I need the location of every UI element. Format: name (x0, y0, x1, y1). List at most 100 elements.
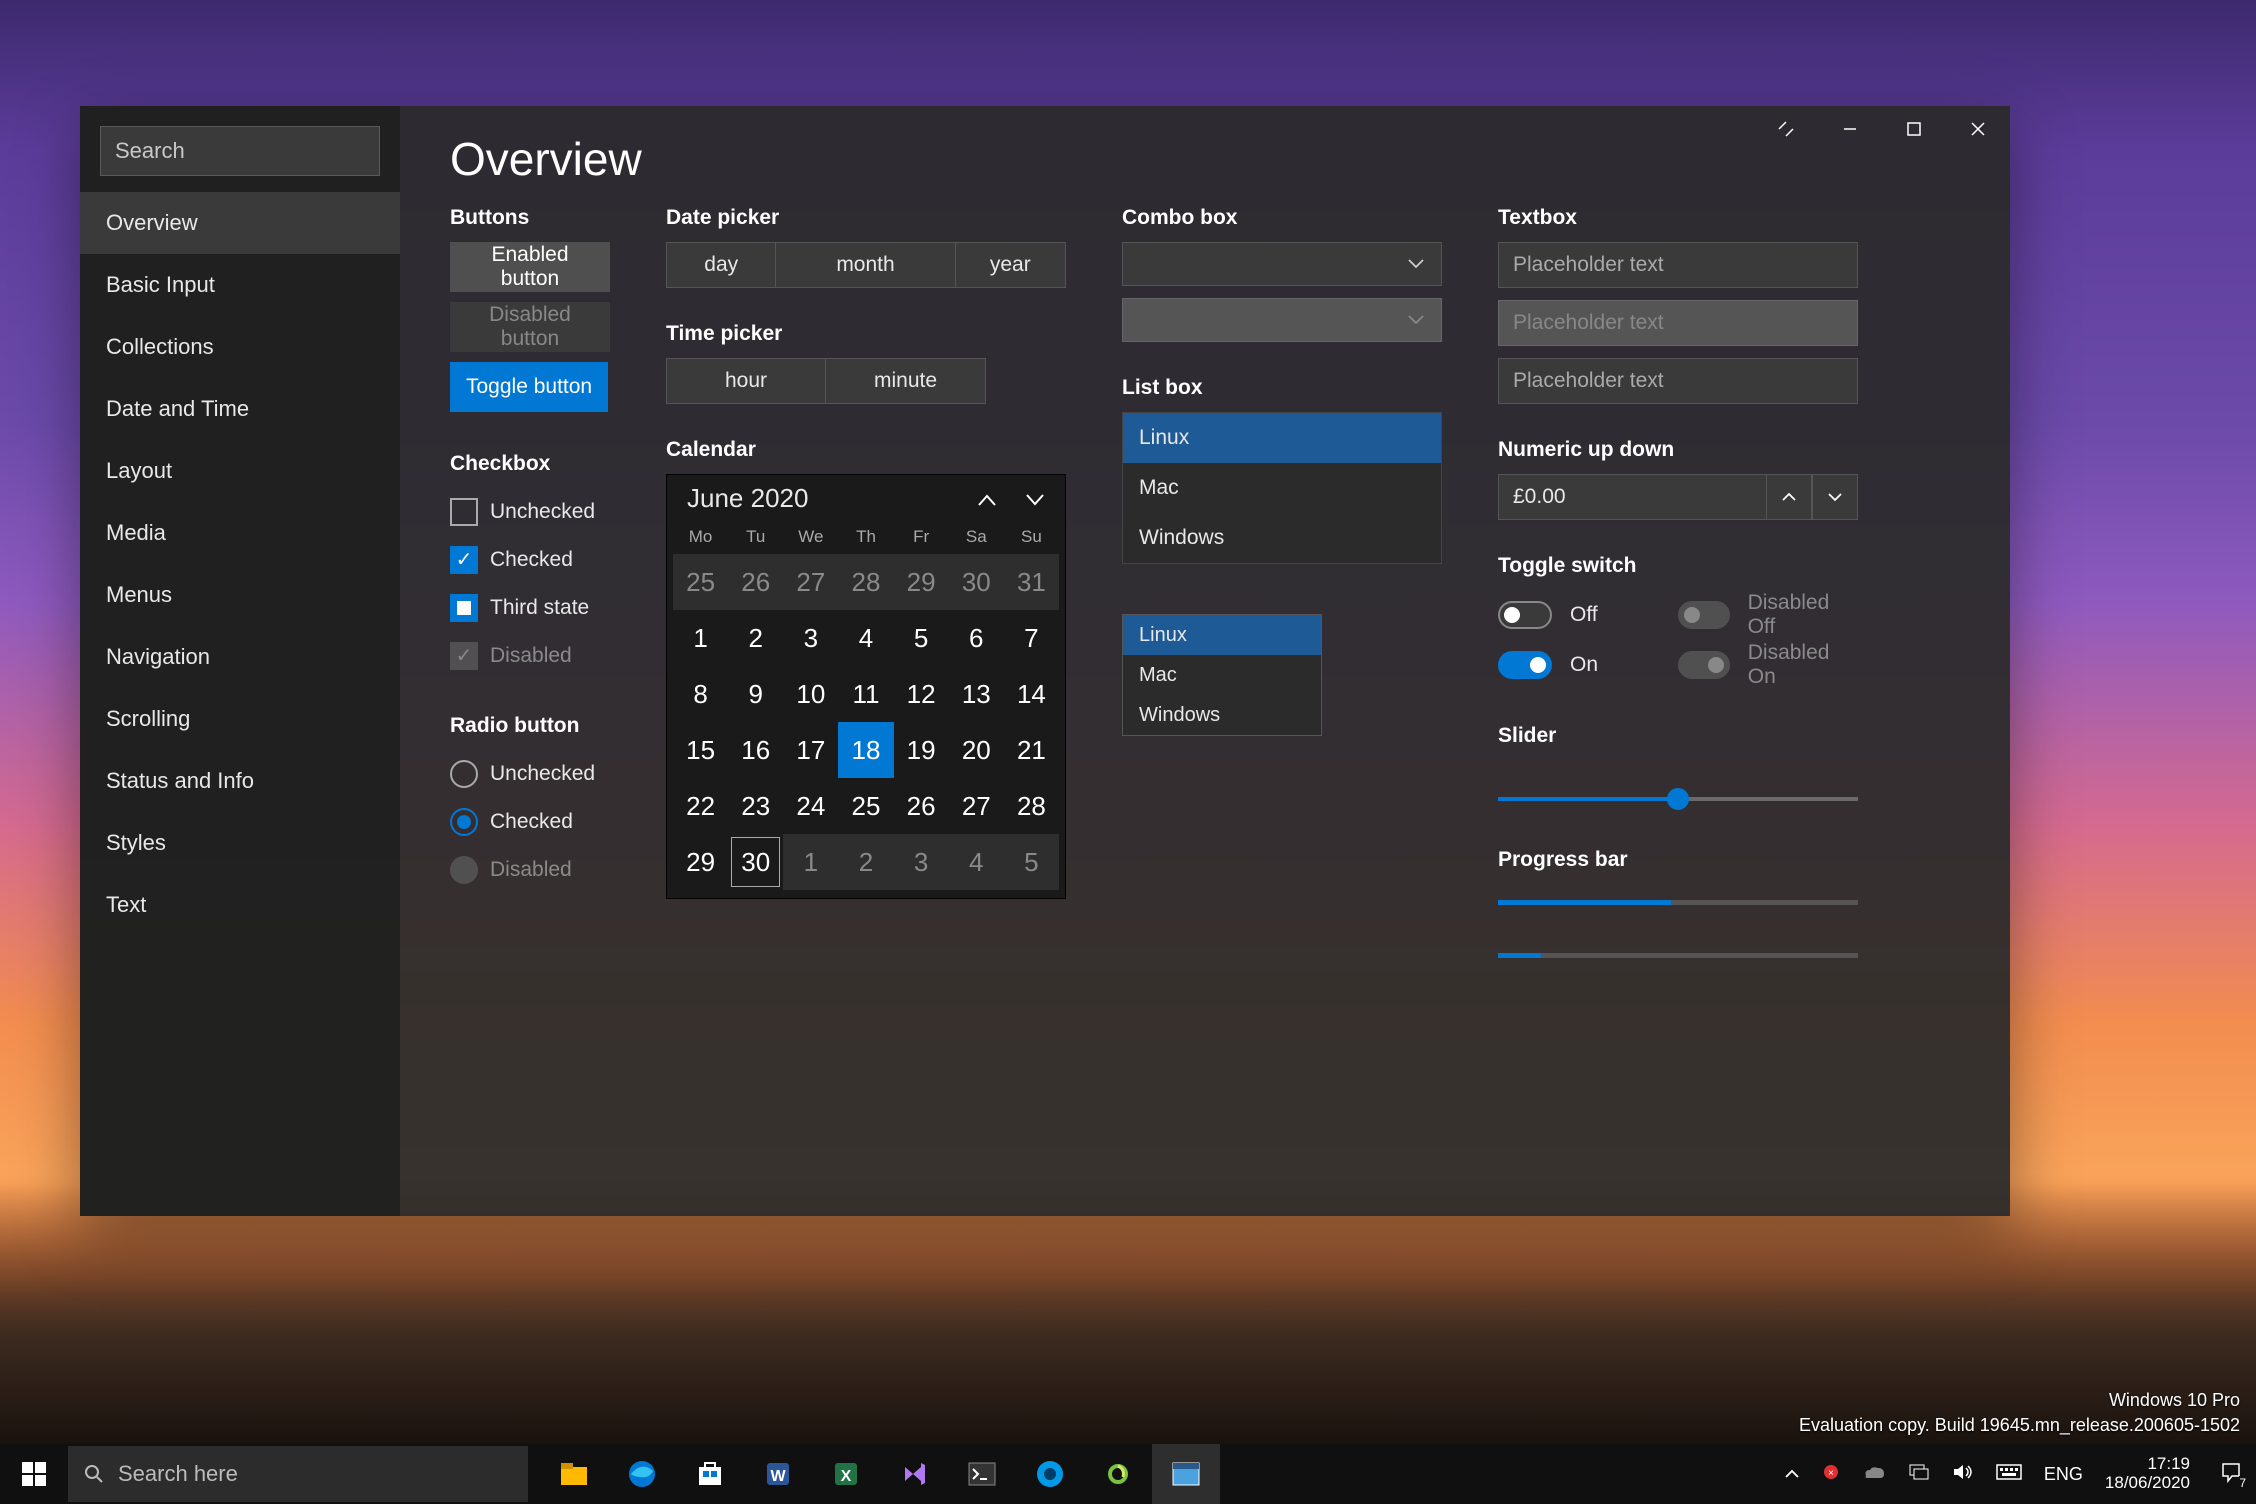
sidebar-item-layout[interactable]: Layout (80, 440, 400, 502)
list-item[interactable]: Linux (1123, 615, 1321, 655)
cal-day[interactable]: 24 (783, 778, 838, 834)
radio-checked[interactable]: Checked (450, 798, 610, 846)
cal-day[interactable]: 4 (838, 610, 893, 666)
cal-day[interactable]: 17 (783, 722, 838, 778)
cal-day[interactable]: 29 (894, 554, 949, 610)
cal-day[interactable]: 25 (673, 554, 728, 610)
cal-day[interactable]: 25 (838, 778, 893, 834)
list-item[interactable]: Linux (1123, 413, 1441, 463)
checkbox-third[interactable]: Third state (450, 584, 610, 632)
sidebar-item-menus[interactable]: Menus (80, 564, 400, 626)
app-edge-icon[interactable] (608, 1444, 676, 1504)
cal-day[interactable]: 6 (949, 610, 1004, 666)
cal-day[interactable]: 1 (783, 834, 838, 890)
textbox[interactable]: Placeholder text (1498, 242, 1858, 288)
app-store-icon[interactable] (676, 1444, 744, 1504)
start-button[interactable] (0, 1444, 68, 1504)
cal-day[interactable]: 12 (894, 666, 949, 722)
app-vs-icon[interactable] (880, 1444, 948, 1504)
combo-box[interactable] (1122, 242, 1442, 286)
app-excel-icon[interactable]: X (812, 1444, 880, 1504)
cal-day[interactable]: 22 (673, 778, 728, 834)
sidebar-item-styles[interactable]: Styles (80, 812, 400, 874)
cal-day[interactable]: 2 (728, 610, 783, 666)
month-segment[interactable]: month (776, 243, 955, 287)
numeric-up-icon[interactable] (1766, 474, 1812, 520)
numeric-up-down[interactable]: £0.00 (1498, 474, 1858, 520)
app-blue-icon[interactable] (1016, 1444, 1084, 1504)
sidebar-item-text[interactable]: Text (80, 874, 400, 936)
year-segment[interactable]: year (956, 243, 1065, 287)
cal-day[interactable]: 31 (1004, 554, 1059, 610)
checkbox-unchecked[interactable]: Unchecked (450, 488, 610, 536)
cal-day[interactable]: 30 (949, 554, 1004, 610)
minimize-icon[interactable] (1818, 106, 1882, 152)
fullscreen-icon[interactable] (1754, 106, 1818, 152)
app-explorer-icon[interactable] (540, 1444, 608, 1504)
sidebar-item-collections[interactable]: Collections (80, 316, 400, 378)
toggle-on[interactable]: On (1498, 640, 1598, 690)
search-input[interactable]: Search (100, 126, 380, 176)
cal-day[interactable]: 28 (1004, 778, 1059, 834)
cal-day[interactable]: 8 (673, 666, 728, 722)
taskbar-search[interactable]: Search here (68, 1446, 528, 1502)
list-item[interactable]: Windows (1123, 695, 1321, 735)
tray-chevron-up-icon[interactable] (1784, 1464, 1800, 1485)
listbox[interactable]: LinuxMacWindows (1122, 412, 1442, 564)
day-segment[interactable]: day (667, 243, 776, 287)
sidebar-item-date-and-time[interactable]: Date and Time (80, 378, 400, 440)
cal-day[interactable]: 26 (894, 778, 949, 834)
textbox-2[interactable]: Placeholder text (1498, 358, 1858, 404)
cal-day[interactable]: 13 (949, 666, 1004, 722)
cal-day[interactable]: 19 (894, 722, 949, 778)
hour-segment[interactable]: hour (667, 359, 826, 403)
cal-day[interactable]: 23 (728, 778, 783, 834)
cal-day[interactable]: 3 (783, 610, 838, 666)
tray-notification-icon[interactable]: 7 (2220, 1461, 2242, 1488)
maximize-icon[interactable] (1882, 106, 1946, 152)
sidebar-item-scrolling[interactable]: Scrolling (80, 688, 400, 750)
minute-segment[interactable]: minute (826, 359, 985, 403)
cal-day[interactable]: 7 (1004, 610, 1059, 666)
cal-day[interactable]: 11 (838, 666, 893, 722)
listbox-mini[interactable]: LinuxMacWindows (1122, 614, 1322, 736)
list-item[interactable]: Mac (1123, 463, 1441, 513)
calendar-month-label[interactable]: June 2020 (687, 483, 808, 514)
cal-day[interactable]: 28 (838, 554, 893, 610)
cal-next-icon[interactable] (1025, 483, 1045, 514)
slider[interactable] (1498, 784, 1858, 814)
sidebar-item-status-and-info[interactable]: Status and Info (80, 750, 400, 812)
toggle-button[interactable]: Toggle button (450, 362, 608, 412)
tray-clock[interactable]: 17:19 18/06/2020 (2105, 1455, 2198, 1492)
calendar[interactable]: June 2020 MoTuWeThFrSaSu 252627282930311… (666, 474, 1066, 899)
cal-day[interactable]: 5 (894, 610, 949, 666)
numeric-down-icon[interactable] (1812, 474, 1858, 520)
tray-onedrive-icon[interactable] (1862, 1464, 1886, 1485)
tray-volume-icon[interactable] (1952, 1463, 1974, 1486)
cal-day[interactable]: 29 (673, 834, 728, 890)
tray-network-icon[interactable] (1908, 1463, 1930, 1486)
app-terminal-icon[interactable] (948, 1444, 1016, 1504)
cal-prev-icon[interactable] (977, 483, 997, 514)
time-picker[interactable]: hour minute (666, 358, 986, 404)
list-item[interactable]: Windows (1123, 513, 1441, 563)
cal-day[interactable]: 3 (894, 834, 949, 890)
close-icon[interactable] (1946, 106, 2010, 152)
cal-day[interactable]: 20 (949, 722, 1004, 778)
cal-day[interactable]: 4 (949, 834, 1004, 890)
cal-day[interactable]: 18 (838, 722, 893, 778)
app-word-icon[interactable]: W (744, 1444, 812, 1504)
enabled-button[interactable]: Enabled button (450, 242, 610, 292)
tray-red-icon[interactable]: × (1822, 1463, 1840, 1486)
cal-day[interactable]: 16 (728, 722, 783, 778)
cal-day[interactable]: 30 (728, 834, 783, 890)
date-picker[interactable]: day month year (666, 242, 1066, 288)
numeric-value[interactable]: £0.00 (1498, 474, 1766, 520)
cal-day[interactable]: 15 (673, 722, 728, 778)
cal-day[interactable]: 14 (1004, 666, 1059, 722)
cal-day[interactable]: 1 (673, 610, 728, 666)
checkbox-checked[interactable]: Checked (450, 536, 610, 584)
cal-day[interactable]: 9 (728, 666, 783, 722)
sidebar-item-basic-input[interactable]: Basic Input (80, 254, 400, 316)
tray-lang[interactable]: ENG (2044, 1464, 2083, 1485)
